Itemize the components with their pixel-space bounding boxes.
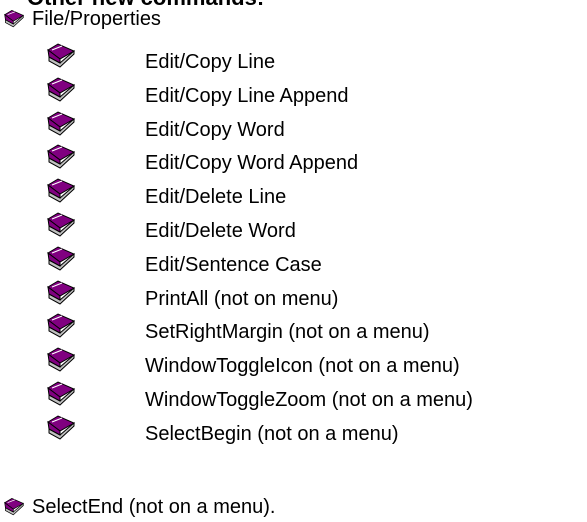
help-page: Other new commands: File/Properties Edit… <box>0 0 587 522</box>
book-icon <box>46 279 76 307</box>
list-item-label: Edit/Delete Line <box>145 186 287 209</box>
book-icon <box>0 9 28 29</box>
book-icon <box>46 42 76 70</box>
list-item: Edit/Copy Word <box>0 110 587 144</box>
book-icon <box>46 110 76 138</box>
list-item-label: Edit/Copy Line Append <box>145 84 349 107</box>
list-item-label: Edit/Delete Word <box>145 219 296 242</box>
book-icon <box>46 177 76 205</box>
command-list: Edit/Copy Line Edit/Copy Line Append Edi… <box>0 42 587 448</box>
list-item-label: PrintAll (not on menu) <box>145 287 339 310</box>
book-icon <box>46 380 76 408</box>
book-icon <box>46 76 76 104</box>
book-icon <box>46 245 76 273</box>
book-icon <box>46 143 76 171</box>
list-item-label: SetRightMargin (not on a menu) <box>145 321 430 344</box>
list-item: Edit/Copy Word Append <box>0 143 587 177</box>
list-item-label: SelectEnd (not on a menu). <box>32 495 276 518</box>
book-icon <box>46 211 76 239</box>
book-icon <box>0 497 28 517</box>
list-item-label: Edit/Sentence Case <box>145 253 322 276</box>
list-item: PrintAll (not on menu) <box>0 279 587 313</box>
list-item-file-properties: File/Properties <box>0 6 161 32</box>
list-item-label: Edit/Copy Word Append <box>145 152 359 175</box>
list-item-label: SelectBegin (not on a menu) <box>145 422 399 445</box>
list-item: Edit/Sentence Case <box>0 245 587 279</box>
list-item: Edit/Delete Word <box>0 211 587 245</box>
list-item: SelectBegin (not on a menu) <box>0 414 587 448</box>
list-item-label: Edit/Copy Word <box>145 118 285 141</box>
list-item-label: Edit/Copy Line <box>145 51 276 73</box>
book-icon <box>46 312 76 340</box>
list-item-label: File/Properties <box>32 7 161 30</box>
list-item: SetRightMargin (not on a menu) <box>0 312 587 346</box>
list-item: Edit/Copy Line Append <box>0 76 587 110</box>
list-item: WindowToggleIcon (not on a menu) <box>0 346 587 380</box>
book-icon <box>46 346 76 374</box>
book-icon <box>46 414 76 442</box>
list-item: Edit/Delete Line <box>0 177 587 211</box>
list-item: Edit/Copy Line <box>0 42 587 76</box>
list-item-label: WindowToggleIcon (not on a menu) <box>145 355 460 378</box>
list-item: WindowToggleZoom (not on a menu) <box>0 380 587 414</box>
list-item-select-end: SelectEnd (not on a menu). <box>0 494 275 520</box>
list-item-label: WindowToggleZoom (not on a menu) <box>145 388 473 411</box>
